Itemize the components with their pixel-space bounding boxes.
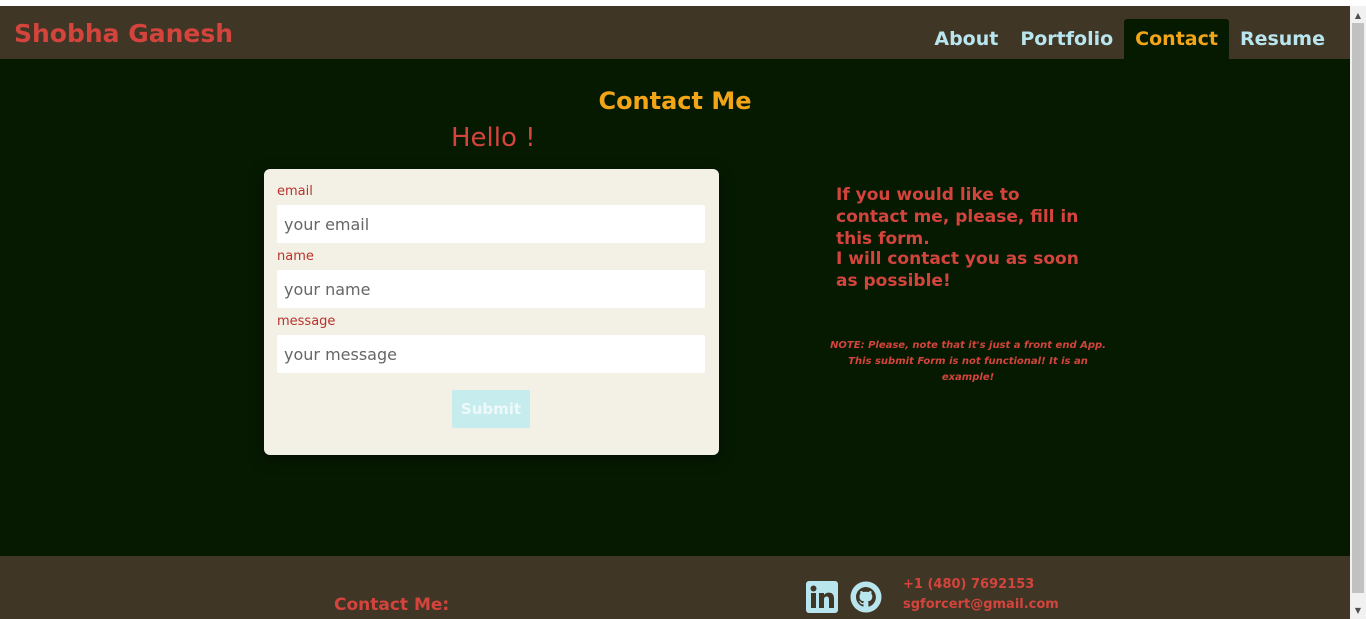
vertical-scrollbar[interactable]: ▲ ▼ [1350, 6, 1366, 619]
message-label: message [277, 314, 336, 329]
scroll-up-arrow-icon[interactable]: ▲ [1350, 8, 1366, 22]
footer-phone[interactable]: +1 (480) 7692153 [903, 577, 1034, 592]
name-label: name [277, 249, 314, 264]
page-title: Contact Me [598, 87, 752, 115]
nav-about[interactable]: About [923, 19, 1009, 59]
main-nav: About Portfolio Contact Resume [923, 19, 1336, 59]
greeting: Hello ! [451, 123, 536, 153]
site-footer: Contact Me: +1 (480) 7692153 sgforcert@g… [0, 556, 1350, 619]
linkedin-icon[interactable] [806, 581, 838, 613]
nav-resume[interactable]: Resume [1229, 19, 1336, 59]
scroll-thumb[interactable] [1352, 23, 1364, 593]
contact-form: email name message Submit [264, 169, 719, 455]
site-header: Shobha Ganesh About Portfolio Contact Re… [0, 6, 1350, 59]
scroll-down-arrow-icon[interactable]: ▼ [1350, 603, 1366, 617]
message-field[interactable] [277, 335, 705, 373]
response-info-text: I will contact you as soon as possible! [836, 249, 1079, 291]
brand-name[interactable]: Shobha Ganesh [14, 19, 233, 48]
github-icon[interactable] [850, 581, 882, 613]
email-label: email [277, 184, 313, 199]
name-field[interactable] [277, 270, 705, 308]
submit-button[interactable]: Submit [452, 390, 530, 428]
nav-portfolio[interactable]: Portfolio [1009, 19, 1124, 59]
disclaimer-note: NOTE: Please, note that it's just a fron… [830, 340, 1106, 383]
email-field[interactable] [277, 205, 705, 243]
contact-info-text: If you would like to contact me, please,… [836, 185, 1079, 249]
main-content: Contact Me Hello ! email name message Su… [0, 59, 1350, 556]
nav-contact[interactable]: Contact [1124, 19, 1229, 59]
footer-email[interactable]: sgforcert@gmail.com [903, 597, 1059, 612]
footer-heading: Contact Me: [334, 595, 450, 615]
